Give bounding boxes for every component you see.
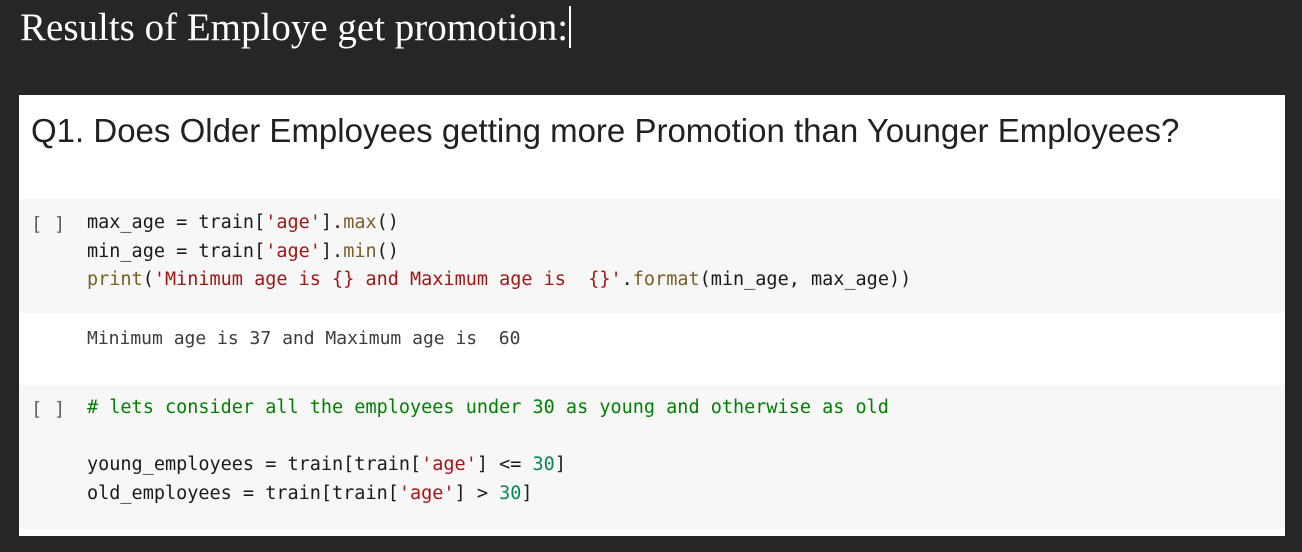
code-token: ] > xyxy=(454,482,500,504)
code-token: ]. xyxy=(320,240,344,262)
code-token: 30 xyxy=(499,482,522,504)
blank-code-line xyxy=(87,423,889,452)
question-heading: Q1. Does Older Employees getting more Pr… xyxy=(31,112,1180,149)
code-token: print xyxy=(87,269,143,290)
code-line: old_employees = train[train['age'] > 30] xyxy=(87,480,889,509)
code-token: () xyxy=(376,240,399,262)
code-line: # lets consider all the employees under … xyxy=(87,394,889,423)
code-token: (min_age, max_age)) xyxy=(699,269,912,290)
code-token: min_age = train[ xyxy=(87,240,266,262)
code-token: ( xyxy=(142,269,154,290)
code-token: old_employees = train[train[ xyxy=(87,482,399,504)
code-token: 'age' xyxy=(265,240,321,262)
code-editor[interactable]: max_age = train['age'].max() min_age = tr… xyxy=(87,209,911,295)
code-line: young_employees = train[train['age'] <= … xyxy=(87,451,889,480)
slide-title-text: Results of Employe get promotion: xyxy=(20,6,569,49)
slide-title: Results of Employe get promotion: xyxy=(20,2,572,54)
notebook-screenshot: Q1. Does Older Employees getting more Pr… xyxy=(19,95,1285,536)
code-token: ] xyxy=(521,482,533,504)
run-cell-button[interactable]: [ ] xyxy=(31,395,65,423)
code-token: 'Minimum age is {} and Maximum age is {}… xyxy=(153,269,622,290)
code-cell-2[interactable]: [ ] # lets consider all the employees un… xyxy=(19,385,1285,529)
text-cursor xyxy=(569,6,572,48)
code-token: () xyxy=(376,212,399,233)
code-token: 'age' xyxy=(265,212,321,233)
code-token: min xyxy=(343,240,377,262)
code-editor[interactable]: # lets consider all the employees under … xyxy=(87,394,889,508)
code-cell-1[interactable]: [ ] max_age = train['age'].max() min_age … xyxy=(19,199,1285,313)
cell-output-text: Minimum age is 37 and Maximum age is 60 xyxy=(87,328,521,349)
run-cell-button[interactable]: [ ] xyxy=(31,210,65,238)
code-line: max_age = train['age'].max() xyxy=(87,209,911,238)
code-token: ]. xyxy=(320,212,344,233)
code-token: ] xyxy=(554,454,566,475)
code-token: . xyxy=(621,269,633,290)
code-token: # lets consider all the employees under … xyxy=(87,397,889,418)
code-token: young_employees = train[train[ xyxy=(87,454,422,475)
code-token: ] <= xyxy=(476,454,533,475)
code-token: 'age' xyxy=(421,454,477,475)
code-token: 'age' xyxy=(398,482,455,504)
code-line: min_age = train['age'].min() xyxy=(87,238,911,267)
code-token: max xyxy=(343,212,377,233)
code-line: print('Minimum age is {} and Maximum age… xyxy=(87,266,911,295)
markdown-cell[interactable]: Q1. Does Older Employees getting more Pr… xyxy=(19,95,1285,199)
code-token: format xyxy=(632,269,700,290)
code-token: 30 xyxy=(532,454,555,475)
code-token: max_age = train[ xyxy=(87,212,266,233)
